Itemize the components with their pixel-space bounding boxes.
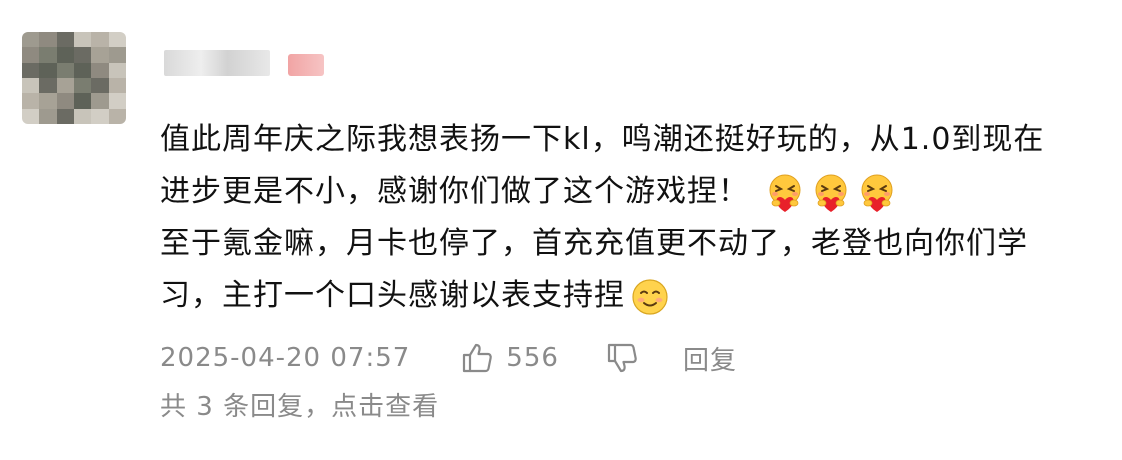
comment-line-4-wrap: 习，主打一个口头感谢以表支持捏 xyxy=(160,270,1115,322)
like-button[interactable]: 556 xyxy=(460,341,559,375)
username-blurred[interactable] xyxy=(164,50,270,76)
reply-button[interactable]: 回复 xyxy=(683,340,737,377)
avatar[interactable] xyxy=(22,32,126,124)
dislike-button[interactable] xyxy=(605,341,639,375)
timestamp: 2025-04-20 07:57 xyxy=(160,343,411,373)
view-replies-link[interactable]: 共 3 条回复，点击查看 xyxy=(160,386,439,423)
hug-heart-emoji xyxy=(764,172,806,214)
thumbs-down-icon xyxy=(605,341,639,375)
user-badge-blurred xyxy=(288,54,324,76)
comment-line-3: 至于氪金嘛，月卡也停了，首充充值更不动了，老登也向你们学 xyxy=(160,226,1028,261)
comment-line-2: 进步更是不小，感谢你们做了这个游戏捏！ xyxy=(160,174,749,209)
comment-line-1: 值此周年庆之际我想表扬一下kl，鸣潮还挺好玩的，从1.0到现在 xyxy=(160,122,1045,157)
comment-line-4: 习，主打一个口头感谢以表支持捏 xyxy=(160,278,625,313)
hug-heart-emoji xyxy=(856,172,898,214)
comment-meta: 2025-04-20 07:57 556 回复 xyxy=(160,338,737,378)
comment-card: 值此周年庆之际我想表扬一下kl，鸣潮还挺好玩的，从1.0到现在 进步更是不小，感… xyxy=(0,0,1122,460)
comment-text: 值此周年庆之际我想表扬一下kl，鸣潮还挺好玩的，从1.0到现在 进步更是不小，感… xyxy=(160,114,1115,322)
shy-smile-emoji xyxy=(629,276,671,318)
hug-heart-emoji xyxy=(810,172,852,214)
like-count: 556 xyxy=(506,343,559,373)
thumbs-up-icon xyxy=(460,341,494,375)
comment-line-2-wrap: 进步更是不小，感谢你们做了这个游戏捏！ xyxy=(160,166,1115,218)
